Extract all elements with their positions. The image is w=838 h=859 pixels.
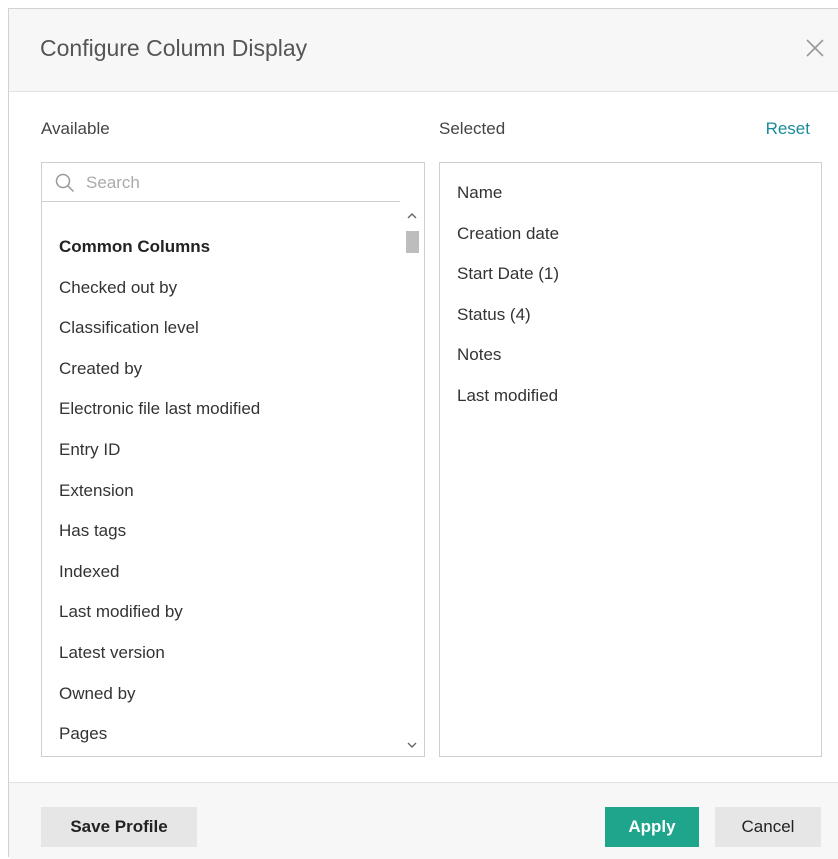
available-label: Available <box>41 119 110 138</box>
list-group-header: Common Columns <box>59 237 211 256</box>
available-list-item[interactable]: Entry ID <box>59 440 120 460</box>
selected-list-item[interactable]: Name <box>457 183 502 203</box>
selected-list-item[interactable]: Start Date (1) <box>457 264 559 284</box>
cancel-button[interactable]: Cancel <box>715 807 821 847</box>
available-list-item[interactable]: Last modified by <box>59 602 183 622</box>
reset-link[interactable]: Reset <box>766 119 810 139</box>
search-icon <box>55 173 75 193</box>
selected-label: Selected <box>439 119 506 138</box>
search-box <box>41 162 425 202</box>
save-profile-button[interactable]: Save Profile <box>41 807 197 847</box>
scroll-up-icon[interactable] <box>400 207 424 225</box>
selected-list-item[interactable]: Status (4) <box>457 305 531 325</box>
selected-list: Name Creation date Start Date (1) Status (4… <box>439 162 822 757</box>
available-list-item[interactable]: Classification level <box>59 318 199 338</box>
configure-column-dialog: Configure Column Display Available Selec… <box>8 8 838 859</box>
available-list-item[interactable]: Extension <box>59 481 134 501</box>
available-list-item[interactable]: Has tags <box>59 521 126 541</box>
available-list-item[interactable]: Electronic file last modified <box>59 399 260 419</box>
selected-list-item[interactable]: Creation date <box>457 224 559 244</box>
dialog-title: Configure Column Display <box>40 35 308 61</box>
selected-list-item[interactable]: Last modified <box>457 386 558 406</box>
available-scrollbar[interactable] <box>400 201 424 756</box>
dialog-header: Configure Column Display <box>9 9 838 92</box>
available-list-item[interactable]: Pages <box>59 724 107 744</box>
available-list: Common Columns Checked out by Classificati… <box>41 201 425 757</box>
available-list-item[interactable]: Checked out by <box>59 278 177 298</box>
scroll-down-icon[interactable] <box>400 736 424 754</box>
available-list-item[interactable]: Indexed <box>59 562 120 582</box>
available-list-item[interactable]: Latest version <box>59 643 165 663</box>
available-list-item[interactable]: Owned by <box>59 684 136 704</box>
scroll-thumb[interactable] <box>406 231 419 253</box>
available-list-item[interactable]: Created by <box>59 359 142 379</box>
apply-button[interactable]: Apply <box>605 807 699 847</box>
search-input[interactable] <box>84 169 408 197</box>
close-icon[interactable] <box>802 35 828 61</box>
selected-list-item[interactable]: Notes <box>457 345 501 365</box>
dialog-footer: Save Profile Apply Cancel <box>9 782 838 859</box>
